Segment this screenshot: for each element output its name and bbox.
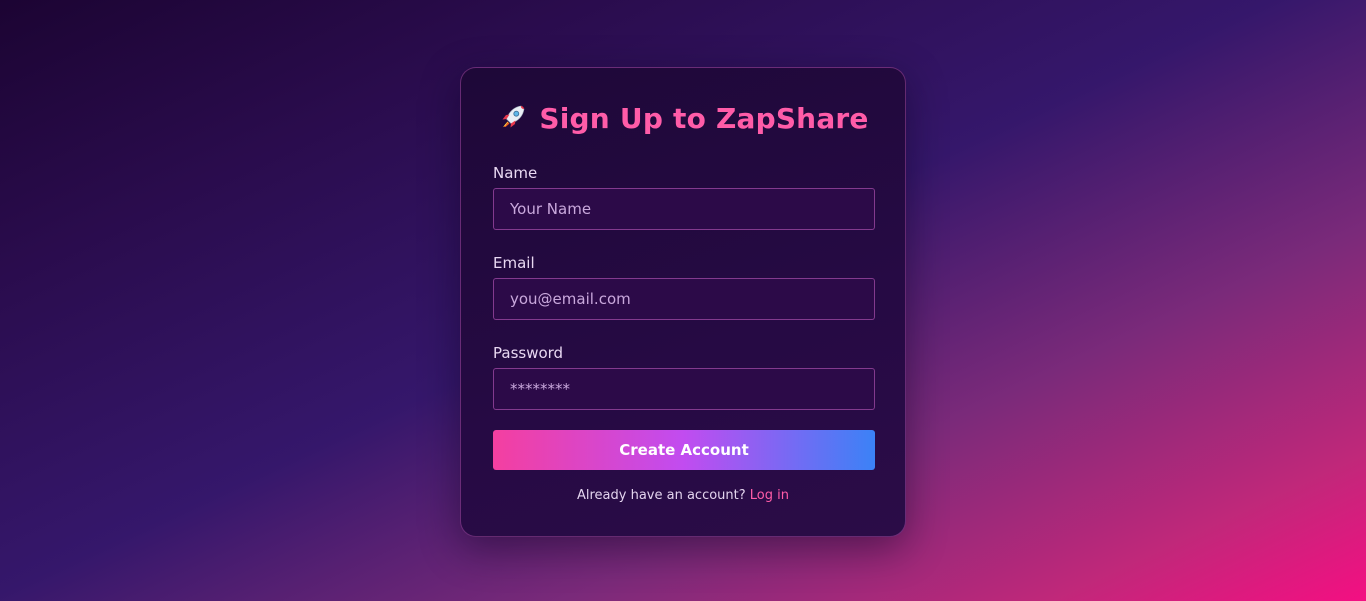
create-account-button[interactable]: Create Account [493, 430, 875, 470]
email-field[interactable] [493, 278, 875, 320]
password-label: Password [493, 344, 564, 362]
name-field[interactable] [493, 188, 875, 230]
login-link[interactable]: Log in [750, 488, 789, 503]
rocket-icon [502, 105, 525, 128]
page-title-text: Sign Up to ZapShare [539, 102, 869, 135]
login-prompt-text: Already have an account? [576, 488, 746, 503]
email-label: Email [493, 254, 535, 272]
name-label: Name [493, 164, 538, 182]
password-field[interactable] [493, 368, 875, 410]
login-prompt: Already have an account? Log in [461, 488, 905, 503]
page-title: Sign Up to ZapShare [461, 101, 905, 135]
signup-card: Sign Up to ZapShare Name Email Password … [460, 67, 906, 537]
